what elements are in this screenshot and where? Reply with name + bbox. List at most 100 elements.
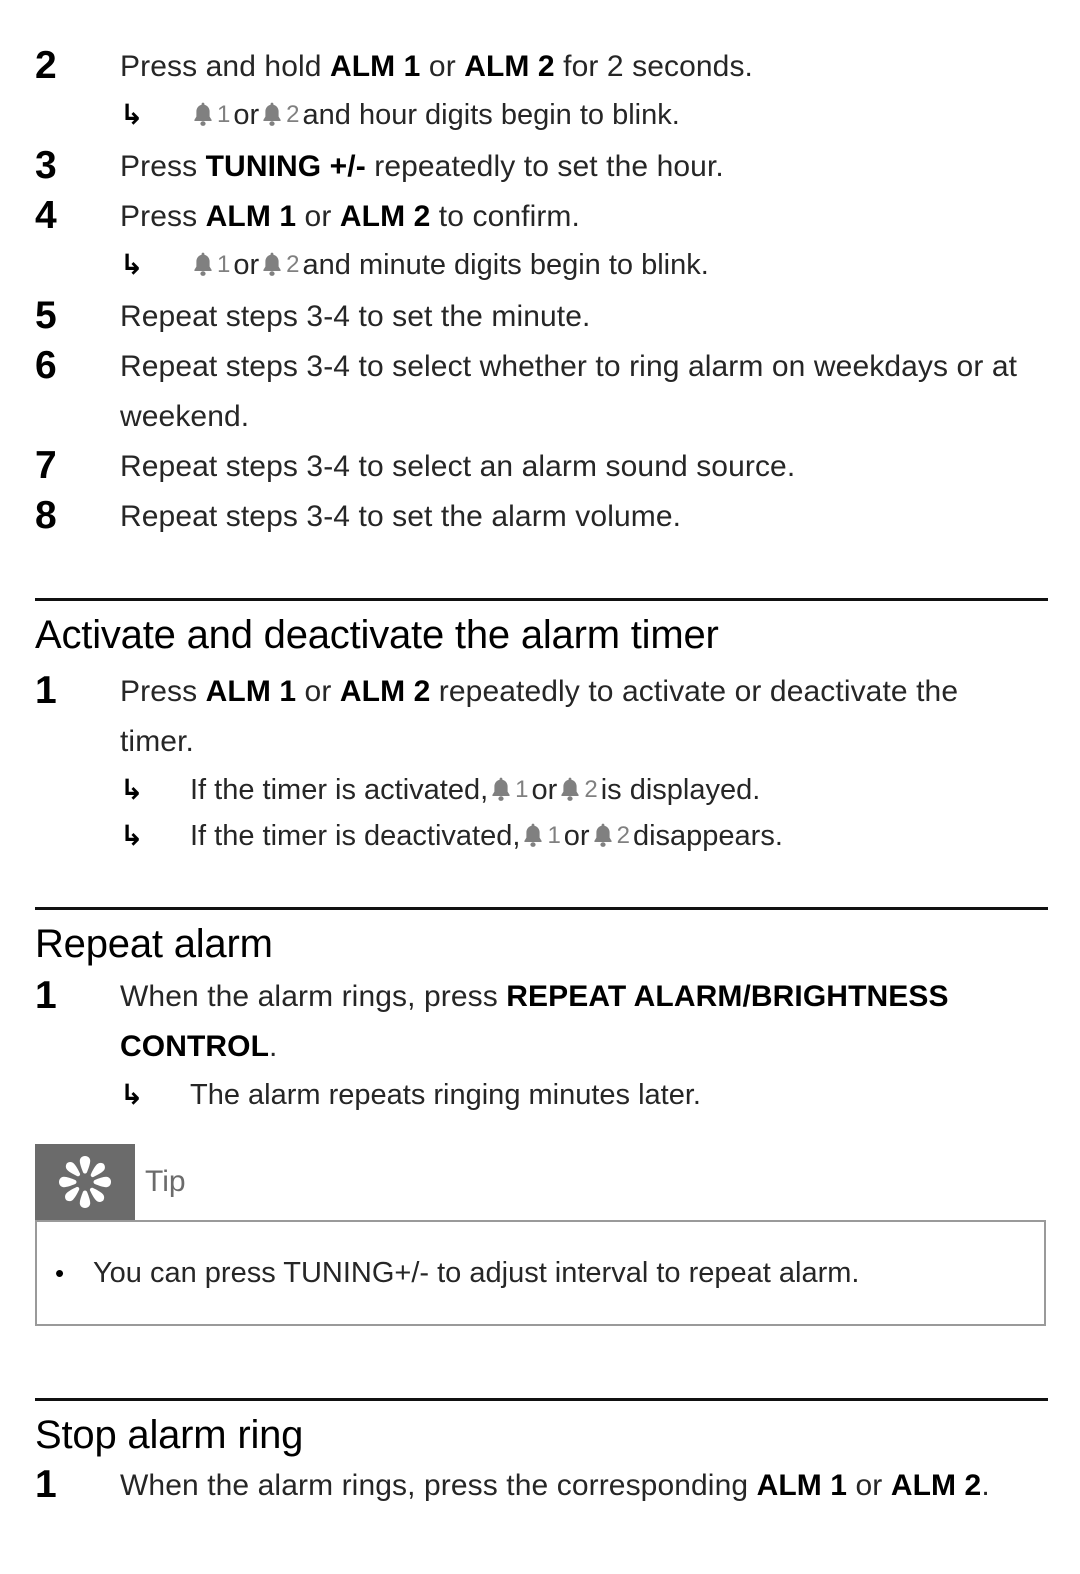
step-number: 2 (35, 44, 57, 87)
step-text: Repeat steps 3-4 to set the alarm volume… (120, 500, 682, 533)
bell-1-label: 1 (217, 101, 231, 128)
result-arrow-icon: ↳ (120, 249, 144, 280)
step-text-pre: When the alarm rings, press (120, 980, 507, 1013)
step-number: 6 (35, 344, 57, 387)
section-title-repeat: Repeat alarm (35, 922, 273, 966)
bell-icon (522, 822, 544, 848)
result-tail: and hour digits begin to blink. (302, 99, 680, 131)
tip-body: • You can press TUNING+/- to adjust inte… (35, 1220, 1046, 1326)
step-body: Press TUNING +/- repeatedly to set the h… (120, 142, 1080, 192)
manual-page: 2 Press and hold ALM 1 or ALM 2 for 2 se… (0, 42, 1080, 1574)
step-body: Repeat steps 3-4 to select an alarm soun… (120, 442, 1080, 492)
step-text-mid: or (296, 200, 340, 233)
bell-icon (592, 822, 614, 848)
result-lead: If the timer is activated, (190, 774, 489, 806)
result-conjunction: or (531, 774, 558, 806)
step-number: 1 (35, 669, 57, 712)
step-text: Repeat steps 3-4 to select whether to ri… (120, 350, 1018, 433)
bell-icon (261, 251, 283, 277)
result-text: 1 or 2 and minute digits begin to blink. (190, 242, 1050, 288)
step-result: ↳ If the timer is deactivated, 1 or 2 disapp… (120, 813, 1050, 859)
bullet-icon: • (55, 1258, 65, 1288)
section-divider (35, 907, 1048, 910)
result-arrow-icon: ↳ (120, 774, 144, 805)
step-body: Press and hold ALM 1 or ALM 2 for 2 seco… (120, 42, 1080, 138)
result-conjunction: or (233, 249, 260, 281)
section-divider (35, 1398, 1048, 1401)
bell-1-label: 1 (515, 776, 529, 803)
step-body: Repeat steps 3-4 to set the alarm volume… (120, 492, 1080, 542)
result-text: 1 or 2 and hour digits begin to blink. (190, 92, 1050, 138)
step-body: Press ALM 1 or ALM 2 repeatedly to activ… (120, 667, 1080, 859)
step-text: When the alarm rings, press REPEAT ALARM… (120, 972, 1050, 1072)
button-name-alm2: ALM 2 (890, 1469, 982, 1502)
section-title-stop: Stop alarm ring (35, 1413, 304, 1457)
step-text-post: repeatedly to set the hour. (365, 150, 724, 183)
bell-2-label: 2 (286, 251, 300, 278)
button-name-alm2: ALM 2 (464, 50, 555, 83)
bell-2-label: 2 (584, 776, 598, 803)
step-text-post: . (269, 1030, 278, 1063)
step-row: 5 Repeat steps 3-4 to set the minute. (0, 292, 1080, 342)
step-text-mid: or (420, 50, 465, 83)
step-row: 1 When the alarm rings, press REPEAT ALA… (0, 972, 1080, 1118)
bell-2-label: 2 (286, 101, 300, 128)
bell-icon (490, 776, 512, 802)
step-text: When the alarm rings, press the correspo… (120, 1461, 1050, 1511)
asterisk-flower-icon (35, 1144, 135, 1220)
step-text-post: to confirm. (430, 200, 580, 233)
step-text-mid: or (847, 1469, 891, 1502)
result-tail: is displayed. (600, 774, 761, 806)
result-arrow-icon: ↳ (120, 99, 144, 130)
step-row: 7 Repeat steps 3-4 to select an alarm so… (0, 442, 1080, 492)
button-name-alm1: ALM 1 (205, 675, 297, 708)
step-row: 4 Press ALM 1 or ALM 2 to confirm. ↳ 1 or… (0, 192, 1080, 288)
step-text: Repeat steps 3-4 to select an alarm soun… (120, 450, 796, 483)
bell-1-label: 1 (217, 251, 231, 278)
result-conjunction: or (563, 820, 590, 852)
tip-bullet-text: You can press TUNING+/- to adjust interv… (93, 1257, 860, 1289)
step-body: Repeat steps 3-4 to select whether to ri… (120, 342, 1080, 442)
step-body: When the alarm rings, press the correspo… (120, 1461, 1080, 1511)
step-text: Press ALM 1 or ALM 2 repeatedly to activ… (120, 667, 1050, 767)
step-row: 2 Press and hold ALM 1 or ALM 2 for 2 se… (0, 42, 1080, 138)
step-number: 5 (35, 294, 57, 337)
step-number: 1 (35, 974, 57, 1017)
tip-header: Tip (35, 1144, 1046, 1220)
step-body: When the alarm rings, press REPEAT ALARM… (120, 972, 1080, 1118)
step-text-pre: Press (120, 150, 206, 183)
list-item: • You can press TUNING+/- to adjust inte… (37, 1253, 859, 1293)
step-text-pre: Press (120, 675, 206, 708)
result-text: The alarm repeats ringing minutes later. (190, 1079, 701, 1111)
step-row: 1 Press ALM 1 or ALM 2 repeatedly to act… (0, 667, 1080, 859)
step-text-mid: or (296, 675, 340, 708)
step-text-post: . (981, 1469, 990, 1502)
bell-icon (192, 101, 214, 127)
result-tail: and minute digits begin to blink. (302, 249, 709, 281)
step-text-pre: Press and hold (120, 50, 330, 83)
step-row: 6 Repeat steps 3-4 to select whether to … (0, 342, 1080, 442)
step-result: ↳ If the timer is activated, 1 or 2 is displ… (120, 767, 1050, 813)
step-row: 3 Press TUNING +/- repeatedly to set the… (0, 142, 1080, 192)
result-arrow-icon: ↳ (120, 820, 144, 851)
bell-icon (261, 101, 283, 127)
step-number: 3 (35, 144, 57, 187)
tip-box: Tip • You can press TUNING+/- to adjust … (35, 1144, 1046, 1326)
step-result: ↳ 1 or 2 and minute digits begin to blink. (120, 242, 1050, 288)
bell-icon (559, 776, 581, 802)
result-text: If the timer is deactivated, 1 or 2 disappea… (190, 813, 1050, 859)
step-number: 8 (35, 494, 57, 537)
result-conjunction: or (233, 99, 260, 131)
button-name-tuning: TUNING +/- (205, 150, 366, 183)
button-name-alm1: ALM 1 (205, 200, 297, 233)
step-number: 1 (35, 1463, 57, 1506)
step-body: Repeat steps 3-4 to set the minute. (120, 292, 1080, 342)
result-arrow-icon: ↳ (120, 1079, 144, 1110)
step-result: ↳ The alarm repeats ringing minutes late… (120, 1072, 1050, 1118)
step-text: Press ALM 1 or ALM 2 to confirm. (120, 192, 1050, 242)
button-name-alm2: ALM 2 (339, 200, 431, 233)
step-number: 4 (35, 194, 57, 237)
section-divider (35, 598, 1048, 601)
step-text-pre: When the alarm rings, press the correspo… (120, 1469, 757, 1502)
button-name-alm1: ALM 1 (756, 1469, 848, 1502)
